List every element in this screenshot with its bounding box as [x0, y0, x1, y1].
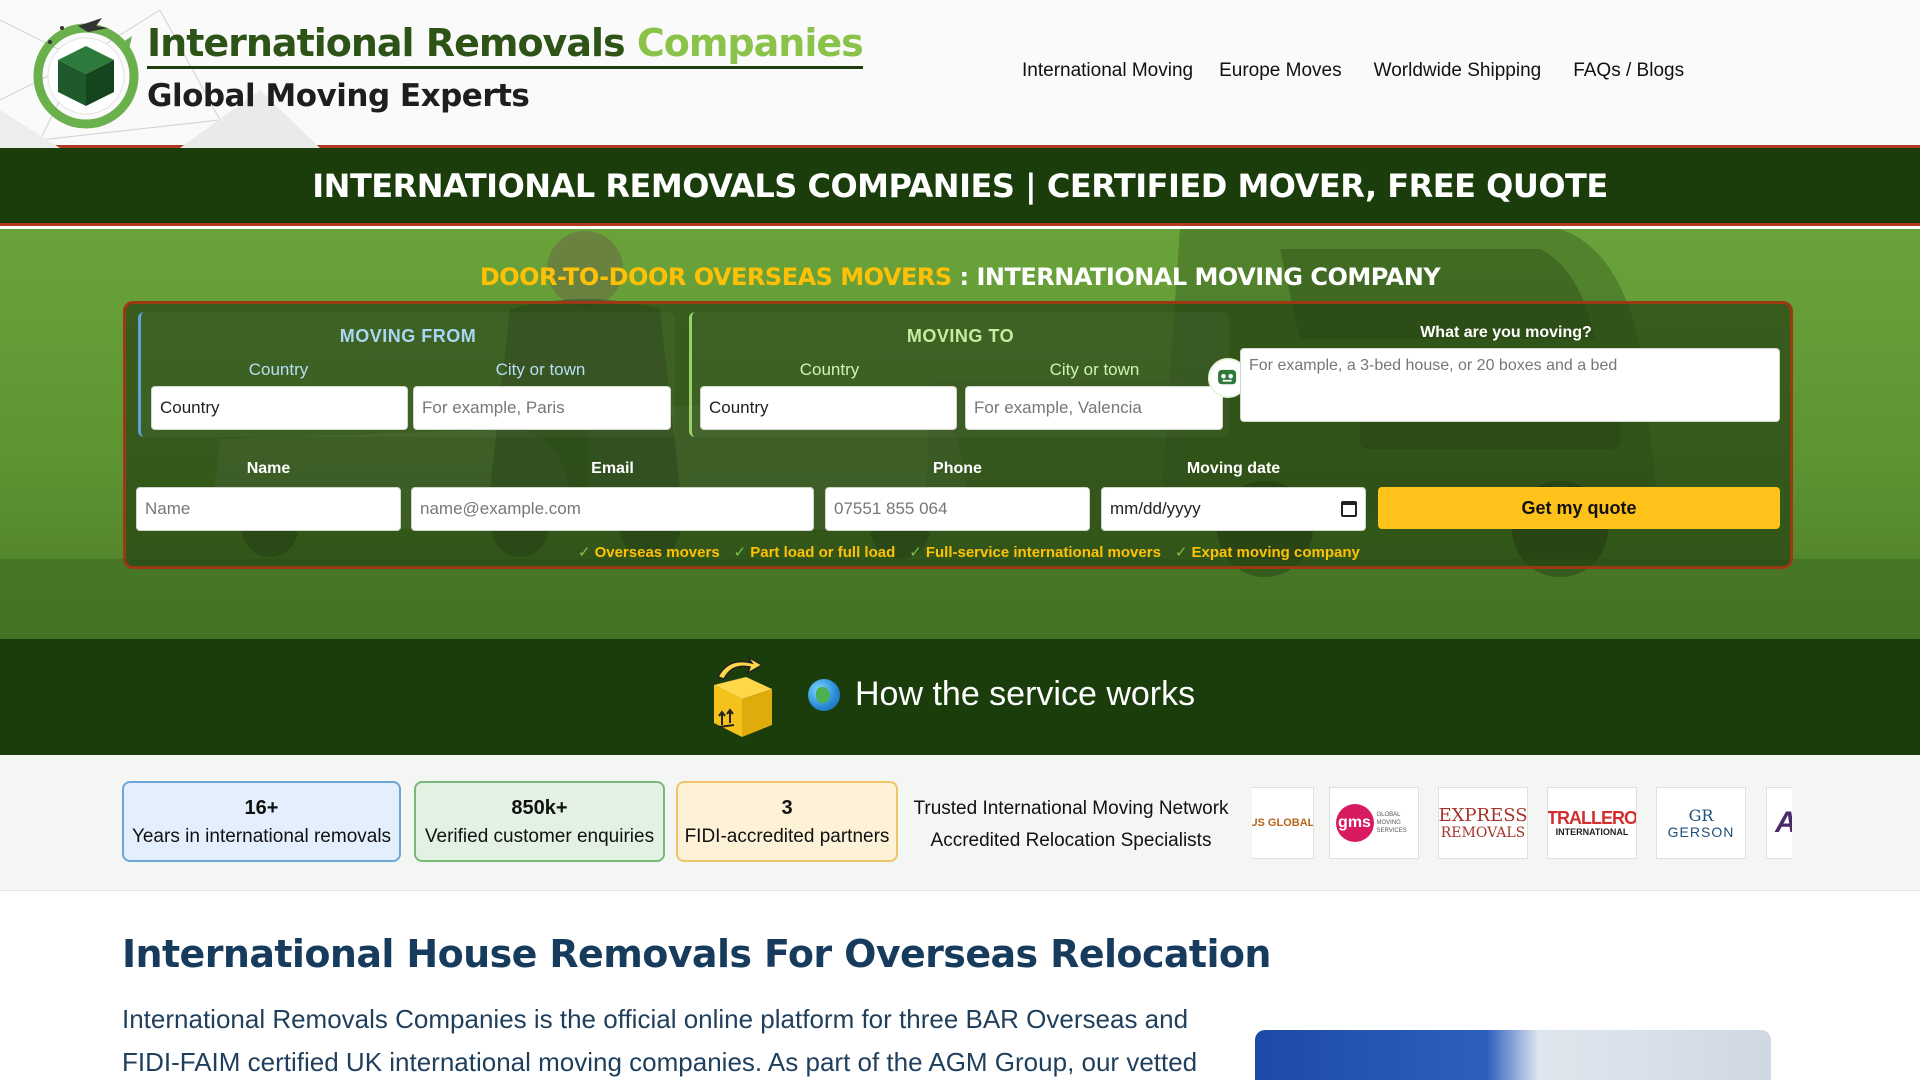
section-heading: International House Removals For Oversea…: [122, 932, 1271, 976]
partner-logo-gms[interactable]: gms GLOBAL MOVING SERVICES: [1329, 787, 1419, 859]
feature-label: Overseas movers: [594, 544, 720, 561]
brand-title[interactable]: International Removals Companies: [147, 20, 864, 69]
stat-value: 850k+: [511, 797, 568, 819]
moving-from-title: MOVING FROM: [339, 326, 477, 346]
moving-date-value: mm/dd/yyyy: [1110, 499, 1201, 518]
partner-logo-text: GLOBAL MOVING SERVICES: [1376, 812, 1407, 834]
brand-title-part1: International Removals: [147, 21, 626, 65]
moving-to-city-label: City or town: [1049, 360, 1140, 379]
moving-box-icon: [714, 656, 772, 737]
stat-value: 16+: [244, 797, 279, 819]
partner-logo-mark: gms: [1335, 804, 1374, 842]
moving-from-country-label: Country: [248, 360, 309, 379]
feature-item: ✓ Overseas movers: [578, 543, 720, 561]
site-header: International Removals Companies Global …: [0, 0, 1920, 148]
nav-link-faqs-blogs[interactable]: FAQs / Blogs: [1573, 60, 1684, 82]
moving-to-title: MOVING TO: [906, 326, 1015, 346]
check-icon: ✓: [733, 544, 747, 561]
moving-date-label: Moving date: [1186, 460, 1281, 477]
company-logo: [33, 18, 139, 129]
email-label: Email: [591, 460, 634, 477]
phone-input[interactable]: 07551 855 064: [825, 487, 1090, 531]
moving-to-city-input[interactable]: For example, Valencia: [965, 386, 1223, 430]
feature-label: Expat moving company: [1191, 544, 1360, 561]
name-label: Name: [246, 460, 291, 477]
banner-title: INTERNATIONAL REMOVALS COMPANIES | CERTI…: [312, 166, 1608, 205]
feature-list: ✓ Overseas movers ✓ Part load or full load…: [578, 543, 1374, 561]
nav-link-worldwide-shipping[interactable]: Worldwide Shipping: [1374, 60, 1542, 82]
partner-logo-text: A: [1775, 806, 1792, 840]
stat-card-partners: 3 FIDI-accredited partners: [676, 781, 898, 862]
partner-logo-rus-global[interactable]: RUS GLOBAL: [1252, 787, 1314, 859]
check-icon: ✓: [578, 544, 591, 561]
feature-item: ✓ Full-service international movers: [909, 543, 1161, 561]
calendar-icon[interactable]: [1341, 501, 1357, 517]
name-input[interactable]: Name: [136, 487, 401, 531]
brand-tagline: Global Moving Experts: [147, 78, 530, 114]
hero-section: DOOR-TO-DOOR OVERSEAS MOVERS : INTERNATI…: [0, 229, 1920, 639]
stat-card-years: 16+ Years in international removals: [122, 781, 401, 862]
trusted-line-1: Trusted International Moving Network: [913, 798, 1229, 819]
moving-from-country-select[interactable]: Country: [151, 386, 408, 430]
how-it-works-link[interactable]: How the service works: [855, 675, 1195, 714]
moving-from-city-input[interactable]: For example, Paris: [413, 386, 671, 430]
hero-subtitle-rest: : INTERNATIONAL MOVING COMPANY: [951, 263, 1441, 291]
globe-icon: [808, 679, 840, 711]
removal-truck-image: [1255, 1030, 1771, 1080]
stat-label: Verified customer enquiries: [424, 826, 655, 847]
feature-label: Part load or full load: [750, 544, 896, 561]
quote-form: MOVING FROM Country City or town Country…: [123, 301, 1793, 569]
moving-to-country-label: Country: [799, 360, 860, 379]
partner-logo-carousel: RUS GLOBAL gms GLOBAL MOVING SERVICES EX…: [1252, 787, 1792, 859]
feature-label: Full-service international movers: [925, 544, 1161, 561]
brand-title-part2: Companies: [636, 21, 864, 65]
partner-logo-text: TRALLERO: [1547, 807, 1637, 828]
stats-strip: 16+ Years in international removals 850k…: [0, 755, 1920, 891]
trusted-line-2: Accredited Relocation Specialists: [930, 830, 1212, 851]
partner-logo-trallero[interactable]: TRALLERO INTERNATIONAL: [1547, 787, 1637, 859]
email-input[interactable]: name@example.com: [411, 487, 814, 531]
partner-logo-gerson[interactable]: GR GERSON: [1656, 787, 1746, 859]
partner-logo-text: REMOVALS: [1440, 824, 1526, 841]
stat-card-enquiries: 850k+ Verified customer enquiries: [414, 781, 665, 862]
nav-link-europe-moves[interactable]: Europe Moves: [1219, 60, 1342, 82]
nav-link-international-moving[interactable]: International Moving: [1022, 60, 1193, 82]
what-moving-label: What are you moving?: [1420, 324, 1592, 341]
what-moving-textarea[interactable]: For example, a 3-bed house, or 20 boxes …: [1240, 348, 1780, 422]
main-nav: International Moving Europe Moves Worldw…: [1022, 60, 1710, 82]
stat-label: Years in international removals: [131, 826, 392, 847]
partner-logo-text: RUS GLOBAL: [1252, 817, 1314, 829]
check-icon: ✓: [909, 544, 922, 561]
moving-to-group: MOVING TO Country City or town Country F…: [689, 312, 1229, 437]
partner-logo-text: INTERNATIONAL: [1555, 826, 1629, 837]
partner-logo-express-removals[interactable]: EXPRESS REMOVALS: [1438, 787, 1528, 859]
title-banner: INTERNATIONAL REMOVALS COMPANIES | CERTI…: [0, 148, 1920, 226]
get-quote-button[interactable]: Get my quote: [1378, 487, 1780, 529]
stat-value: 3: [781, 797, 793, 819]
partner-logo-mark: GR: [1688, 805, 1714, 825]
intro-paragraph: International Removals Companies is the …: [122, 1004, 1198, 1077]
partner-logo-partial[interactable]: A: [1766, 787, 1792, 859]
trusted-network-text: Trusted International Moving Network Acc…: [906, 793, 1236, 857]
partner-logo-text: GERSON: [1667, 823, 1735, 840]
how-it-works-bar[interactable]: How the service works: [0, 639, 1920, 755]
hero-subtitle-highlight: DOOR-TO-DOOR OVERSEAS MOVERS: [479, 263, 952, 291]
moving-from-city-label: City or town: [495, 360, 586, 379]
partner-logo-text: EXPRESS: [1438, 804, 1528, 826]
phone-label: Phone: [933, 460, 982, 477]
feature-item: ✓ Expat moving company: [1175, 543, 1360, 561]
check-icon: ✓: [1174, 544, 1188, 561]
hero-subtitle: DOOR-TO-DOOR OVERSEAS MOVERS : INTERNATI…: [0, 263, 1920, 291]
moving-from-group: MOVING FROM Country City or town Country…: [138, 312, 675, 437]
moving-to-country-select[interactable]: Country: [700, 386, 957, 430]
feature-item: ✓ Part load or full load: [734, 543, 896, 561]
stat-label: FIDI-accredited partners: [684, 826, 890, 847]
moving-date-input[interactable]: mm/dd/yyyy: [1101, 487, 1366, 531]
